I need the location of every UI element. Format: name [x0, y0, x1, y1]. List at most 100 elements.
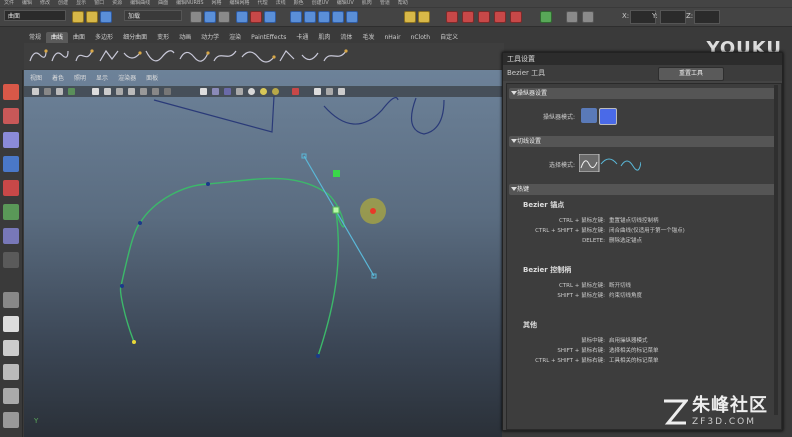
shelf-tab[interactable]: PaintEffects: [246, 32, 291, 43]
shelf-tab[interactable]: 流体: [335, 32, 357, 43]
outliner-icon[interactable]: [3, 412, 19, 428]
menuset-dropdown[interactable]: 曲面: [4, 10, 66, 21]
construction-history-icon[interactable]: [404, 11, 416, 23]
layout-icon[interactable]: [540, 11, 552, 23]
menu-item[interactable]: 编辑网格: [230, 0, 250, 7]
menu-item[interactable]: 创建: [58, 0, 68, 7]
menu-item[interactable]: 窗口: [94, 0, 104, 7]
menu-item[interactable]: 管道: [380, 0, 390, 7]
tangent-settings-header[interactable]: 切线设置: [509, 136, 777, 147]
menu-item[interactable]: 肌肉: [362, 0, 372, 7]
shelf-curve-tools-icon[interactable]: [24, 43, 504, 69]
shelf-tab[interactable]: 曲面: [68, 32, 90, 43]
snap-surface-icon[interactable]: [346, 11, 358, 23]
attribute-editor-icon[interactable]: [566, 11, 578, 23]
object-mode-icon[interactable]: [204, 11, 216, 23]
select-mode-dropdown[interactable]: 加载: [124, 10, 182, 21]
bezier-curve[interactable]: [119, 177, 345, 357]
shelf-tab[interactable]: 曲线: [46, 32, 69, 43]
z-field[interactable]: [694, 10, 720, 24]
anchor-point[interactable]: [138, 221, 142, 225]
manip-mode-edit-icon[interactable]: [581, 108, 597, 123]
shelf-tab[interactable]: 常规: [24, 32, 46, 43]
background-curve-1[interactable]: [323, 97, 399, 125]
menu-item[interactable]: 帮助: [398, 0, 408, 7]
new-scene-icon[interactable]: [72, 11, 84, 23]
shelf-tab[interactable]: 动画: [174, 32, 196, 43]
persp-outliner-icon[interactable]: [3, 388, 19, 404]
render-settings-icon[interactable]: [494, 11, 506, 23]
snap-view-icon[interactable]: [332, 11, 344, 23]
shelf-tab[interactable]: 肌肉: [313, 32, 335, 43]
shelf-tab[interactable]: 渲染: [224, 32, 246, 43]
anchor-point[interactable]: [120, 284, 124, 288]
select-joints-icon[interactable]: [250, 11, 262, 23]
reset-tool-button[interactable]: 重置工具: [658, 67, 724, 81]
rotate-tool-icon[interactable]: [3, 180, 19, 196]
shelf-tab[interactable]: 多边形: [90, 32, 118, 43]
menu-item[interactable]: 显示: [76, 0, 86, 7]
paint-select-tool-icon[interactable]: [3, 132, 19, 148]
shelf-tab[interactable]: 变形: [152, 32, 174, 43]
anchor-point[interactable]: [206, 182, 210, 186]
manipulator-handle[interactable]: [333, 170, 340, 177]
render-view-icon[interactable]: [446, 11, 458, 23]
menu-item[interactable]: 网格: [212, 0, 222, 7]
menu-item[interactable]: 编辑: [22, 0, 32, 7]
snap-grid-icon[interactable]: [290, 11, 302, 23]
single-pane-icon[interactable]: [3, 292, 19, 308]
ipr-render-icon[interactable]: [478, 11, 490, 23]
shelf-tab[interactable]: 动力学: [196, 32, 224, 43]
menu-item[interactable]: 创建UV: [312, 0, 329, 7]
move-tool-icon[interactable]: [3, 156, 19, 172]
viewport-scene[interactable]: [24, 70, 502, 437]
render-frame-icon[interactable]: [462, 11, 474, 23]
four-pane-icon[interactable]: [3, 316, 19, 332]
persp-graph-icon[interactable]: [3, 364, 19, 380]
open-scene-icon[interactable]: [86, 11, 98, 23]
input-ops-icon[interactable]: [418, 11, 430, 23]
manip-settings-header[interactable]: 操纵器设置: [509, 88, 777, 99]
shelf-tab[interactable]: 细分曲面: [118, 32, 152, 43]
scale-tool-icon[interactable]: [3, 204, 19, 220]
select-tool-icon[interactable]: [3, 84, 19, 100]
save-scene-icon[interactable]: [100, 11, 112, 23]
menu-item[interactable]: 法线: [276, 0, 286, 7]
menu-item[interactable]: 资源: [112, 0, 122, 7]
anchor-point-first[interactable]: [132, 340, 136, 344]
background-triangle-curve[interactable]: [153, 95, 275, 133]
menu-item[interactable]: 修改: [40, 0, 50, 7]
selected-anchor[interactable]: [332, 206, 340, 214]
snap-point-icon[interactable]: [318, 11, 330, 23]
last-tool-icon[interactable]: [3, 252, 19, 268]
menu-item[interactable]: 编辑曲线: [130, 0, 150, 7]
shelf-tab[interactable]: 自定义: [435, 32, 463, 43]
side-by-side-icon[interactable]: [3, 340, 19, 356]
snap-curve-icon[interactable]: [304, 11, 316, 23]
panel-scrollbar[interactable]: [774, 85, 778, 415]
menu-item[interactable]: 编辑NURBS: [176, 0, 203, 7]
background-curve-2[interactable]: [410, 97, 445, 135]
shelf-tab[interactable]: nCloth: [406, 32, 436, 43]
component-mode-icon[interactable]: [218, 11, 230, 23]
menu-item[interactable]: 编辑UV: [337, 0, 354, 7]
shelf-tab[interactable]: nHair: [379, 32, 405, 43]
hypershade-icon[interactable]: [510, 11, 522, 23]
y-field[interactable]: [660, 10, 686, 24]
hierarchy-mode-icon[interactable]: [190, 11, 202, 23]
menu-item[interactable]: 文件: [4, 0, 14, 7]
tool-settings-icon[interactable]: [582, 11, 594, 23]
shelf-tab[interactable]: 卡通: [291, 32, 313, 43]
menu-item[interactable]: 曲面: [158, 0, 168, 7]
shelf-tab[interactable]: 毛发: [357, 32, 379, 43]
select-curves-icon[interactable]: [264, 11, 276, 23]
viewport-perspective[interactable]: 视图 着色 照明 显示 渲染器 面板 Y: [24, 70, 502, 437]
select-handles-icon[interactable]: [236, 11, 248, 23]
manip-mode-tangent-icon[interactable]: [599, 108, 617, 125]
lasso-tool-icon[interactable]: [3, 108, 19, 124]
hotkeys-header[interactable]: 热键: [509, 184, 777, 195]
menu-item[interactable]: 颜色: [294, 0, 304, 7]
anchor-point[interactable]: [316, 354, 320, 358]
menu-item[interactable]: 代理: [258, 0, 268, 7]
tangent-mode-icons[interactable]: [579, 154, 641, 172]
